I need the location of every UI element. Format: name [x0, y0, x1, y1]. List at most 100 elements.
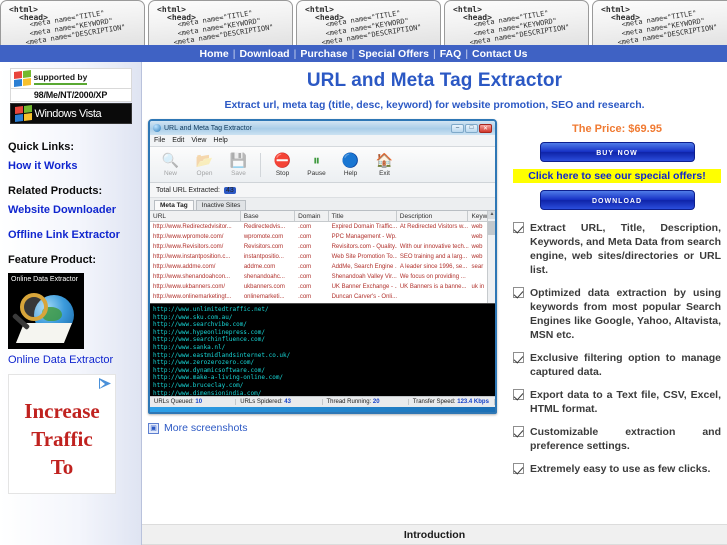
os-support-badge: supported by 98/Me/NT/2000/XP Windows Vi… — [9, 68, 132, 124]
column-header-domain[interactable]: Domain — [295, 211, 329, 221]
column-header-description[interactable]: Description — [397, 211, 469, 221]
ad-choices-icon[interactable] — [99, 378, 111, 389]
status-urls-queued: URLs Queued: 10 — [150, 399, 237, 405]
table-row[interactable]: http://www.Redirectedvisitor... Redirect… — [150, 222, 495, 232]
cell-base: wpromote.com — [243, 234, 284, 240]
application-screenshot[interactable]: URL and Meta Tag Extractor – □ ✕ File Ed… — [148, 119, 497, 414]
column-header-title[interactable]: Title — [329, 211, 397, 221]
status-label: Transfer Speed: — [412, 399, 456, 405]
nav-item-download[interactable]: Download — [239, 48, 289, 60]
main-navigation: Home | Download | Purchase | Special Off… — [0, 45, 727, 62]
special-offers-link[interactable]: Click here to see our special offers! — [513, 169, 721, 183]
nav-item-purchase[interactable]: Purchase — [300, 48, 347, 60]
status-urls-spidered: URLs Spidered: 43 — [236, 399, 323, 405]
nav-separator: | — [432, 47, 436, 60]
tab-meta-tag[interactable]: Meta Tag — [154, 200, 194, 210]
column-header-url[interactable]: URL — [150, 211, 241, 221]
checkmark-icon — [513, 352, 524, 363]
app-logo-icon — [153, 124, 161, 132]
table-row[interactable]: http://www.bensykes.co.uk/ bensykes.co.u… — [150, 302, 495, 303]
column-header-base[interactable]: Base — [241, 211, 296, 221]
cell-description: We focus on providing ... — [399, 274, 466, 280]
progress-bar — [150, 407, 495, 412]
log-line: http://www.searchinfluence.com/ — [153, 336, 265, 344]
magnifier-icon: 🔍 — [161, 152, 180, 168]
scroll-up-icon[interactable]: ▲ — [488, 211, 495, 219]
sidebar-link-website-downloader[interactable]: Website Downloader — [8, 204, 133, 216]
advertisement-banner[interactable]: Increase Traffic To — [8, 374, 116, 494]
cell-base: Redirectedvis... — [243, 224, 286, 230]
cell-domain: .com — [298, 274, 312, 280]
close-icon[interactable]: ✕ — [479, 123, 492, 133]
menu-item-file[interactable]: File — [154, 137, 165, 144]
total-extracted-row: Total URL Extracted: 43 — [150, 183, 495, 198]
feature-product-image[interactable]: Online Data Extractor — [8, 273, 84, 349]
status-value: 20 — [372, 399, 380, 405]
sidebar-link-offline-link-extractor[interactable]: Offline Link Extractor — [8, 229, 133, 241]
screenshot-icon: ▣ — [148, 422, 159, 434]
nav-item-contact-us[interactable]: Contact Us — [472, 48, 527, 60]
log-line: http://www.sku.com.au/ — [153, 313, 233, 321]
nav-item-special-offers[interactable]: Special Offers — [358, 48, 429, 60]
status-label: Thread Running: — [326, 399, 372, 405]
results-table[interactable]: URL Base Domain Title Description Keyw. … — [150, 211, 495, 303]
toolbar-label: Exit — [379, 170, 390, 177]
sidebar-link-how-it-works[interactable]: How it Works — [8, 160, 133, 172]
nav-item-home[interactable]: Home — [200, 48, 229, 60]
toolbar-button-open[interactable]: 📂 Open — [188, 152, 221, 177]
cell-base: onlinemarketi... — [243, 294, 285, 300]
toolbar-label: Stop — [275, 170, 290, 177]
cell-base: Revisitors.com — [243, 244, 284, 250]
toolbar-button-save[interactable]: 💾 Save — [222, 152, 255, 177]
menu-item-view[interactable]: View — [191, 137, 206, 144]
download-button[interactable]: Download — [539, 190, 695, 210]
maximize-icon[interactable]: □ — [465, 123, 478, 133]
table-row[interactable]: http://www.Revisitors.com/ Revisitors.co… — [150, 242, 495, 252]
table-row[interactable]: http://www.addme.com/ addme.com .com Add… — [150, 262, 495, 272]
buy-now-button[interactable]: Buy Now — [539, 142, 695, 162]
status-thread-running: Thread Running: 20 — [323, 399, 409, 405]
toolbar-button-help[interactable]: 🔵 Help — [334, 152, 367, 177]
cell-url: http://www.bensykes.co.uk/ — [150, 302, 241, 303]
table-row[interactable]: http://www.wpromote.com/ wpromote.com .c… — [150, 232, 495, 242]
menu-item-edit[interactable]: Edit — [172, 137, 184, 144]
table-scrollbar[interactable]: ▲ — [487, 211, 495, 303]
cell-title: Revisitors.com - Quality... — [331, 244, 397, 250]
app-menu-bar: File Edit View Help — [150, 135, 495, 147]
table-row[interactable]: http://www.onlinemarketingt... onlinemar… — [150, 292, 495, 302]
purchase-column: The Price: $69.95 Buy Now Click here to … — [509, 119, 721, 485]
cell-description: Better Website Promoti... — [397, 302, 469, 303]
header-code-tile: <html> <head> <meta name="TITLE" <meta n… — [148, 0, 293, 45]
tab-inactive-sites[interactable]: Inactive Sites — [195, 200, 247, 210]
feature-text: Customizable extraction and preference s… — [530, 426, 721, 452]
feature-item: Export data to a Text file, CSV, Excel, … — [513, 388, 721, 416]
page-title: URL and Meta Tag Extractor — [306, 70, 563, 91]
table-row[interactable]: http://www.ukbanners.com/ ukbanners.com … — [150, 282, 495, 292]
log-line: http://www.bruceclay.com/ — [153, 381, 244, 389]
cell-domain: .uk — [295, 302, 328, 303]
scrollbar-thumb[interactable] — [488, 221, 495, 235]
nav-item-faq[interactable]: FAQ — [440, 48, 462, 60]
feature-item: Customizable extraction and preference s… — [513, 425, 721, 453]
sidebar-link-online-data-extractor[interactable]: Online Data Extractor — [8, 354, 133, 366]
toolbar-button-stop[interactable]: ⛔ Stop — [266, 152, 299, 177]
toolbar-button-pause[interactable]: ⏸ Pause — [300, 152, 333, 177]
minimize-icon[interactable]: – — [451, 123, 464, 133]
table-row[interactable]: http://www.shenandoahcon... shenandoahc.… — [150, 272, 495, 282]
cell-base: shenandoahc... — [243, 274, 285, 280]
toolbar-button-exit[interactable]: 🏠 Exit — [368, 152, 401, 177]
product-header: URL and Meta Tag Extractor Extract url, … — [142, 62, 727, 119]
cell-url: http://www.addme.com/ — [153, 264, 216, 270]
header-code-tile: <html> <head> <meta name="TITLE" <meta n… — [444, 0, 589, 45]
header-banner: <html> <head> <meta name="TITLE" <meta n… — [0, 0, 727, 45]
menu-item-help[interactable]: Help — [213, 137, 227, 144]
cell-base: addme.com — [243, 264, 276, 270]
more-screenshots-link[interactable]: More screenshots — [164, 422, 247, 434]
app-title-bar: URL and Meta Tag Extractor – □ ✕ — [150, 121, 495, 135]
table-row[interactable]: http://www.instantposition.c... instantp… — [150, 252, 495, 262]
toolbar-button-new[interactable]: 🔍 New — [154, 152, 187, 177]
supported-os-label: 98/Me/NT/2000/XP — [9, 89, 132, 102]
more-screenshots-row[interactable]: ▣ More screenshots — [148, 422, 503, 434]
log-line: http://www.make-a-living-online.com/ — [153, 374, 284, 382]
feature-text: Export data to a Text file, CSV, Excel, … — [530, 389, 721, 415]
